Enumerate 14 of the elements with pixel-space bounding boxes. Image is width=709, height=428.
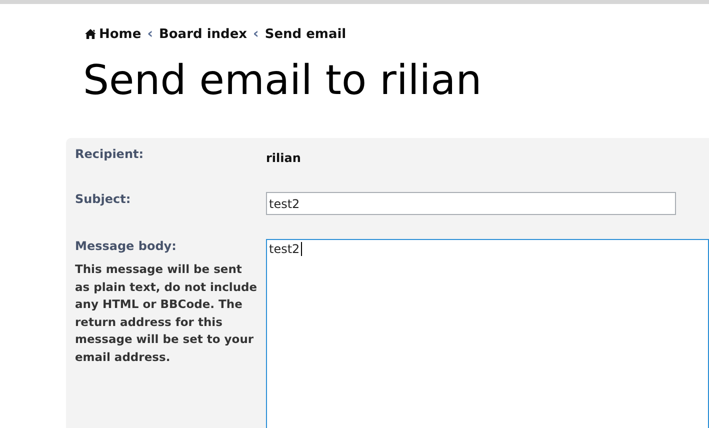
breadcrumb-separator: ‹ bbox=[253, 26, 259, 42]
home-icon bbox=[85, 29, 96, 39]
field-label: Recipient: bbox=[75, 147, 144, 161]
subject-field[interactable]: test2 bbox=[266, 192, 676, 215]
breadcrumb-link[interactable]: Home bbox=[85, 26, 142, 42]
page-title: Send email to rilian bbox=[83, 56, 483, 104]
breadcrumb-separator: ‹ bbox=[147, 26, 153, 42]
field-explanation: This message will be sent as plain text, do not include any HTML or BBCode. The return address for this message will be set to your email address. bbox=[75, 261, 258, 366]
field-label: Message body: bbox=[75, 239, 176, 253]
breadcrumb-link[interactable]: Send email bbox=[264, 26, 346, 42]
recipient-name: rilian bbox=[266, 151, 301, 165]
field-label: Subject: bbox=[75, 192, 131, 206]
message-field[interactable]: test2 bbox=[266, 239, 709, 428]
breadcrumb-link[interactable]: Board index bbox=[158, 26, 248, 42]
